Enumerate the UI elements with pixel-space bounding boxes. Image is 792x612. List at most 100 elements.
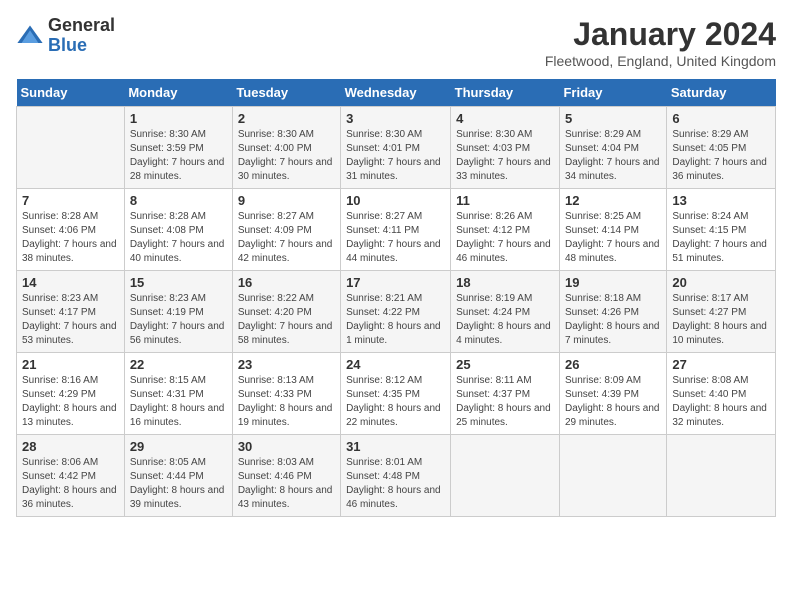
- week-row-2: 7 Sunrise: 8:28 AMSunset: 4:06 PMDaylight…: [17, 189, 776, 271]
- day-number: 31: [346, 439, 445, 454]
- calendar-subtitle: Fleetwood, England, United Kingdom: [545, 53, 776, 69]
- header-day-monday: Monday: [124, 79, 232, 107]
- day-info: Sunrise: 8:18 AMSunset: 4:26 PMDaylight:…: [565, 292, 661, 348]
- calendar-cell: 20 Sunrise: 8:17 AMSunset: 4:27 PMDayligh…: [667, 271, 776, 353]
- week-row-5: 28 Sunrise: 8:06 AMSunset: 4:42 PMDayligh…: [17, 435, 776, 517]
- day-info: Sunrise: 8:15 AMSunset: 4:31 PMDaylight:…: [130, 374, 227, 430]
- day-info: Sunrise: 8:19 AMSunset: 4:24 PMDaylight:…: [456, 292, 554, 348]
- day-number: 6: [672, 111, 770, 126]
- day-number: 20: [672, 275, 770, 290]
- day-number: 25: [456, 357, 554, 372]
- calendar-cell: 25 Sunrise: 8:11 AMSunset: 4:37 PMDayligh…: [451, 353, 560, 435]
- calendar-cell: 5Sunrise: 8:29 AMSunset: 4:04 PMDaylight…: [559, 107, 666, 189]
- day-number: 4: [456, 111, 554, 126]
- day-info: Sunrise: 8:27 AMSunset: 4:11 PMDaylight:…: [346, 210, 445, 266]
- day-info: Sunrise: 8:23 AMSunset: 4:19 PMDaylight:…: [130, 292, 227, 348]
- calendar-cell: 19 Sunrise: 8:18 AMSunset: 4:26 PMDayligh…: [559, 271, 666, 353]
- day-number: 2: [238, 111, 335, 126]
- calendar-cell: 9 Sunrise: 8:27 AMSunset: 4:09 PMDaylight…: [232, 189, 340, 271]
- calendar-cell: 26Sunrise: 8:09 AMSunset: 4:39 PMDayligh…: [559, 353, 666, 435]
- day-number: 19: [565, 275, 661, 290]
- calendar-cell: 27 Sunrise: 8:08 AMSunset: 4:40 PMDayligh…: [667, 353, 776, 435]
- day-info: Sunrise: 8:30 AMSunset: 3:59 PMDaylight:…: [130, 128, 227, 184]
- header-day-tuesday: Tuesday: [232, 79, 340, 107]
- header-day-friday: Friday: [559, 79, 666, 107]
- day-info: Sunrise: 8:30 AMSunset: 4:03 PMDaylight:…: [456, 128, 554, 184]
- calendar-cell: 11Sunrise: 8:26 AMSunset: 4:12 PMDayligh…: [451, 189, 560, 271]
- header-day-saturday: Saturday: [667, 79, 776, 107]
- calendar-cell: 28 Sunrise: 8:06 AMSunset: 4:42 PMDayligh…: [17, 435, 125, 517]
- header-day-thursday: Thursday: [451, 79, 560, 107]
- header-day-wednesday: Wednesday: [341, 79, 451, 107]
- day-info: Sunrise: 8:17 AMSunset: 4:27 PMDaylight:…: [672, 292, 770, 348]
- calendar-title: January 2024: [545, 16, 776, 53]
- calendar-cell: [17, 107, 125, 189]
- calendar-cell: 1Sunrise: 8:30 AMSunset: 3:59 PMDaylight…: [124, 107, 232, 189]
- logo-blue: Blue: [48, 36, 115, 56]
- day-number: 18: [456, 275, 554, 290]
- day-number: 14: [22, 275, 119, 290]
- calendar-cell: 16 Sunrise: 8:22 AMSunset: 4:20 PMDayligh…: [232, 271, 340, 353]
- calendar-cell: 6 Sunrise: 8:29 AMSunset: 4:05 PMDaylight…: [667, 107, 776, 189]
- calendar-cell: 29 Sunrise: 8:05 AMSunset: 4:44 PMDayligh…: [124, 435, 232, 517]
- header-area: General Blue January 2024 Fleetwood, Eng…: [16, 16, 776, 69]
- day-number: 16: [238, 275, 335, 290]
- day-number: 13: [672, 193, 770, 208]
- day-number: 30: [238, 439, 335, 454]
- calendar-cell: 15 Sunrise: 8:23 AMSunset: 4:19 PMDayligh…: [124, 271, 232, 353]
- day-info: Sunrise: 8:06 AMSunset: 4:42 PMDaylight:…: [22, 456, 119, 512]
- day-number: 29: [130, 439, 227, 454]
- day-info: Sunrise: 8:01 AMSunset: 4:48 PMDaylight:…: [346, 456, 445, 512]
- day-info: Sunrise: 8:26 AMSunset: 4:12 PMDaylight:…: [456, 210, 554, 266]
- week-row-1: 1Sunrise: 8:30 AMSunset: 3:59 PMDaylight…: [17, 107, 776, 189]
- calendar-cell: 23 Sunrise: 8:13 AMSunset: 4:33 PMDayligh…: [232, 353, 340, 435]
- title-area: January 2024 Fleetwood, England, United …: [545, 16, 776, 69]
- calendar-cell: 21 Sunrise: 8:16 AMSunset: 4:29 PMDayligh…: [17, 353, 125, 435]
- day-info: Sunrise: 8:21 AMSunset: 4:22 PMDaylight:…: [346, 292, 445, 348]
- day-number: 3: [346, 111, 445, 126]
- day-number: 22: [130, 357, 227, 372]
- day-number: 28: [22, 439, 119, 454]
- day-info: Sunrise: 8:22 AMSunset: 4:20 PMDaylight:…: [238, 292, 335, 348]
- calendar-table: SundayMondayTuesdayWednesdayThursdayFrid…: [16, 79, 776, 517]
- calendar-cell: [667, 435, 776, 517]
- day-info: Sunrise: 8:08 AMSunset: 4:40 PMDaylight:…: [672, 374, 770, 430]
- calendar-cell: 8Sunrise: 8:28 AMSunset: 4:08 PMDaylight…: [124, 189, 232, 271]
- day-number: 17: [346, 275, 445, 290]
- logo: General Blue: [16, 16, 115, 56]
- day-info: Sunrise: 8:25 AMSunset: 4:14 PMDaylight:…: [565, 210, 661, 266]
- day-info: Sunrise: 8:05 AMSunset: 4:44 PMDaylight:…: [130, 456, 227, 512]
- day-number: 8: [130, 193, 227, 208]
- day-info: Sunrise: 8:13 AMSunset: 4:33 PMDaylight:…: [238, 374, 335, 430]
- calendar-cell: 22 Sunrise: 8:15 AMSunset: 4:31 PMDayligh…: [124, 353, 232, 435]
- calendar-cell: [559, 435, 666, 517]
- day-info: Sunrise: 8:11 AMSunset: 4:37 PMDaylight:…: [456, 374, 554, 430]
- day-number: 27: [672, 357, 770, 372]
- day-number: 12: [565, 193, 661, 208]
- day-number: 24: [346, 357, 445, 372]
- day-info: Sunrise: 8:27 AMSunset: 4:09 PMDaylight:…: [238, 210, 335, 266]
- day-number: 10: [346, 193, 445, 208]
- calendar-cell: 10 Sunrise: 8:27 AMSunset: 4:11 PMDayligh…: [341, 189, 451, 271]
- logo-text: General Blue: [48, 16, 115, 56]
- day-info: Sunrise: 8:29 AMSunset: 4:05 PMDaylight:…: [672, 128, 770, 184]
- calendar-cell: [451, 435, 560, 517]
- day-number: 15: [130, 275, 227, 290]
- calendar-cell: 7 Sunrise: 8:28 AMSunset: 4:06 PMDaylight…: [17, 189, 125, 271]
- day-info: Sunrise: 8:16 AMSunset: 4:29 PMDaylight:…: [22, 374, 119, 430]
- day-number: 26: [565, 357, 661, 372]
- calendar-cell: 3Sunrise: 8:30 AMSunset: 4:01 PMDaylight…: [341, 107, 451, 189]
- day-info: Sunrise: 8:12 AMSunset: 4:35 PMDaylight:…: [346, 374, 445, 430]
- header-row: SundayMondayTuesdayWednesdayThursdayFrid…: [17, 79, 776, 107]
- logo-general: General: [48, 16, 115, 36]
- day-info: Sunrise: 8:24 AMSunset: 4:15 PMDaylight:…: [672, 210, 770, 266]
- day-number: 7: [22, 193, 119, 208]
- day-info: Sunrise: 8:28 AMSunset: 4:06 PMDaylight:…: [22, 210, 119, 266]
- day-number: 21: [22, 357, 119, 372]
- day-info: Sunrise: 8:03 AMSunset: 4:46 PMDaylight:…: [238, 456, 335, 512]
- day-number: 9: [238, 193, 335, 208]
- day-number: 23: [238, 357, 335, 372]
- calendar-cell: 14Sunrise: 8:23 AMSunset: 4:17 PMDayligh…: [17, 271, 125, 353]
- week-row-3: 14Sunrise: 8:23 AMSunset: 4:17 PMDayligh…: [17, 271, 776, 353]
- calendar-cell: 24 Sunrise: 8:12 AMSunset: 4:35 PMDayligh…: [341, 353, 451, 435]
